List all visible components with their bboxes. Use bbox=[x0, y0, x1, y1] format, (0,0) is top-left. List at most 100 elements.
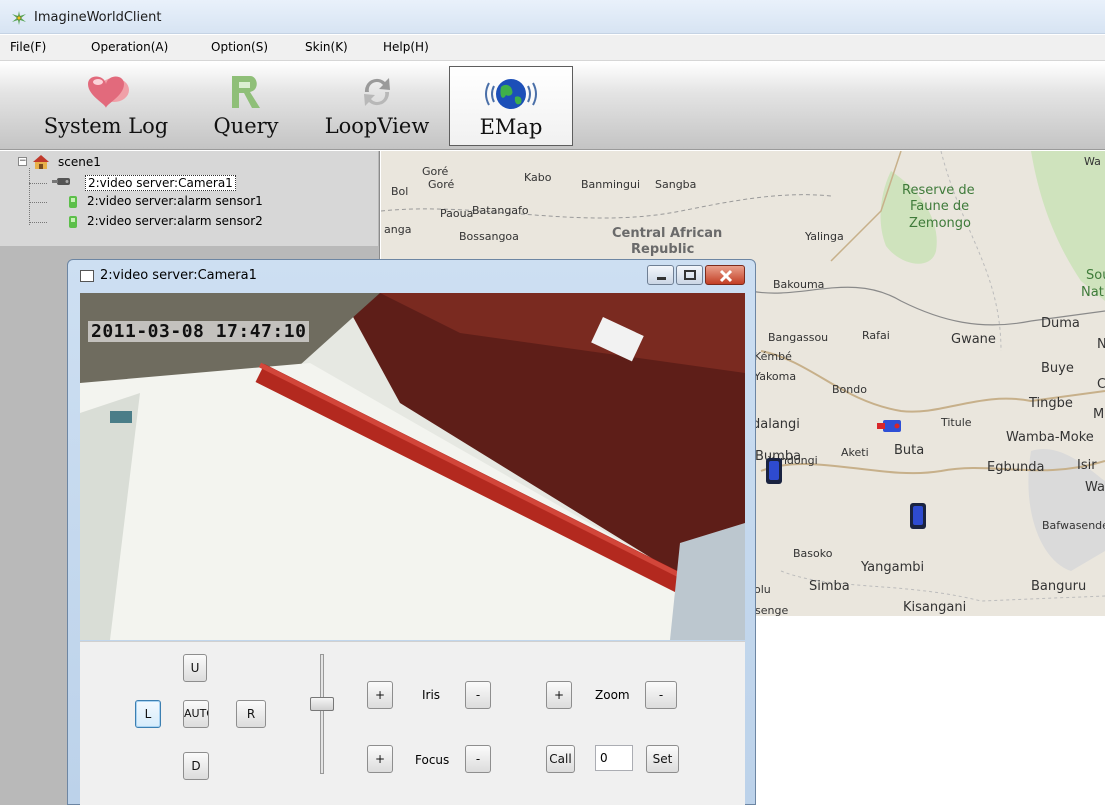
video-timestamp: 2011-03-08 17:47:10 bbox=[88, 321, 310, 342]
iris-plus-button[interactable]: + bbox=[367, 681, 393, 709]
tree-root-label: scene1 bbox=[58, 155, 101, 169]
house-icon bbox=[33, 155, 49, 169]
map-camera-marker-icon[interactable] bbox=[875, 416, 905, 438]
map-label: C bbox=[1097, 377, 1105, 392]
tree-connector bbox=[29, 202, 47, 203]
minimize-icon bbox=[657, 277, 666, 280]
collapse-icon[interactable]: − bbox=[18, 157, 27, 166]
map-label: Yangambi bbox=[861, 560, 925, 575]
map-label: Bakouma bbox=[773, 278, 825, 291]
tree-node-label: 2:video server:alarm sensor1 bbox=[87, 194, 263, 208]
focus-minus-button[interactable]: - bbox=[465, 745, 491, 773]
device-tree: − scene1 2:video server:Camera1 2:video … bbox=[0, 151, 378, 246]
map-label: Isir bbox=[1077, 458, 1097, 473]
loopview-button[interactable]: LoopView bbox=[316, 66, 438, 146]
tree-connector bbox=[29, 183, 47, 184]
map-label: olu bbox=[754, 583, 771, 596]
speed-slider-track[interactable] bbox=[320, 654, 324, 774]
map-label: Sangba bbox=[655, 178, 697, 191]
minimize-button[interactable] bbox=[647, 265, 674, 285]
preset-number-input[interactable]: 0 bbox=[595, 745, 633, 771]
map-label: Bossangoa bbox=[459, 230, 519, 243]
map-label: M bbox=[1093, 407, 1105, 422]
ptz-auto-button[interactable]: AUTO bbox=[183, 700, 209, 728]
ptz-left-button[interactable]: L bbox=[135, 700, 161, 728]
title-bar: ImagineWorldClient bbox=[0, 0, 1105, 34]
alarm-sensor-icon bbox=[69, 216, 77, 228]
maximize-button[interactable] bbox=[676, 265, 703, 285]
map-label: Wamba-Moke bbox=[1006, 430, 1094, 445]
tree-connector bbox=[29, 222, 47, 223]
map-label: Batangafo bbox=[472, 204, 529, 217]
globe-icon bbox=[485, 79, 537, 109]
map-label: Duma bbox=[1041, 316, 1080, 331]
emap-label: EMap bbox=[479, 115, 543, 139]
map-label: anga bbox=[384, 223, 412, 236]
menu-help[interactable]: Help(H) bbox=[383, 40, 429, 54]
maximize-icon bbox=[684, 270, 696, 280]
map-label: Tingbe bbox=[1029, 396, 1073, 411]
map-label: Bangassou bbox=[768, 331, 829, 344]
map-label: Basoko bbox=[793, 547, 833, 560]
close-button[interactable] bbox=[705, 265, 745, 285]
map-label: Banguru bbox=[1031, 579, 1087, 594]
ptz-down-button[interactable]: D bbox=[183, 752, 209, 780]
menu-option[interactable]: Option(S) bbox=[211, 40, 268, 54]
zoom-plus-button[interactable]: + bbox=[546, 681, 572, 709]
iris-minus-button[interactable]: - bbox=[465, 681, 491, 709]
map-label: Faune de bbox=[910, 199, 970, 214]
map-label: Titule bbox=[941, 416, 972, 429]
map-label: N bbox=[1097, 337, 1105, 352]
tree-connector bbox=[29, 168, 30, 225]
map-sensor-marker-icon[interactable] bbox=[909, 502, 927, 530]
iris-label: Iris bbox=[422, 688, 441, 702]
system-log-button[interactable]: System Log bbox=[38, 66, 174, 146]
map-sensor-marker-icon[interactable] bbox=[765, 457, 783, 485]
map-label: Buye bbox=[1041, 361, 1074, 376]
menu-file[interactable]: File(F) bbox=[10, 40, 46, 54]
map-label: Yalinga bbox=[805, 230, 844, 243]
query-button[interactable]: Query bbox=[196, 66, 296, 146]
ptz-control-panel: U L AUTO R D + Iris - + Focus - + Zoom -… bbox=[80, 641, 745, 805]
map-label: Bafwasende bbox=[1042, 519, 1105, 532]
menu-skin[interactable]: Skin(K) bbox=[305, 40, 348, 54]
emap-button[interactable]: EMap bbox=[449, 66, 573, 146]
map-label: Goré bbox=[428, 178, 455, 191]
alarm-sensor-icon bbox=[69, 196, 77, 208]
window-icon bbox=[80, 270, 94, 282]
map-label: Rafai bbox=[862, 329, 890, 342]
map-label: Wa bbox=[1084, 155, 1101, 168]
map-label: Kisangani bbox=[903, 600, 967, 615]
app-icon bbox=[12, 11, 26, 25]
speed-slider-thumb[interactable] bbox=[310, 697, 334, 711]
map-label: Natio bbox=[1081, 285, 1105, 300]
map-label: Sou bbox=[1086, 268, 1105, 283]
window-title: ImagineWorldClient bbox=[34, 10, 162, 25]
video-frame-image bbox=[80, 293, 745, 640]
map-label: isenge bbox=[752, 604, 789, 616]
map-label: Kémbé bbox=[754, 350, 792, 363]
map-label: Buta bbox=[894, 443, 925, 458]
menu-operation[interactable]: Operation(A) bbox=[91, 40, 168, 54]
preset-call-button[interactable]: Call bbox=[546, 745, 575, 773]
window-controls bbox=[645, 265, 745, 287]
preset-set-button[interactable]: Set bbox=[646, 745, 679, 773]
ptz-up-button[interactable]: U bbox=[183, 654, 207, 682]
camera-window: 2:video server:Camera1 2011-03-08 17:47:… bbox=[67, 259, 756, 805]
hearts-icon bbox=[88, 76, 129, 108]
map-label: Goré bbox=[422, 165, 449, 178]
video-feed[interactable]: 2011-03-08 17:47:10 bbox=[80, 293, 745, 640]
focus-plus-button[interactable]: + bbox=[367, 745, 393, 773]
zoom-minus-button[interactable]: - bbox=[645, 681, 677, 709]
map-label: Paoua bbox=[440, 207, 474, 220]
focus-label: Focus bbox=[415, 753, 450, 767]
map-label: Bondo bbox=[832, 383, 867, 396]
system-log-label: System Log bbox=[43, 114, 169, 138]
loopview-label: LoopView bbox=[324, 114, 430, 138]
map-label: Republic bbox=[631, 242, 695, 257]
map-label: Banmingui bbox=[581, 178, 641, 191]
ptz-right-button[interactable]: R bbox=[236, 700, 266, 728]
loop-arrows-icon bbox=[364, 78, 390, 106]
map-label: Kabo bbox=[524, 171, 552, 184]
map-label: Yakoma bbox=[754, 370, 797, 383]
